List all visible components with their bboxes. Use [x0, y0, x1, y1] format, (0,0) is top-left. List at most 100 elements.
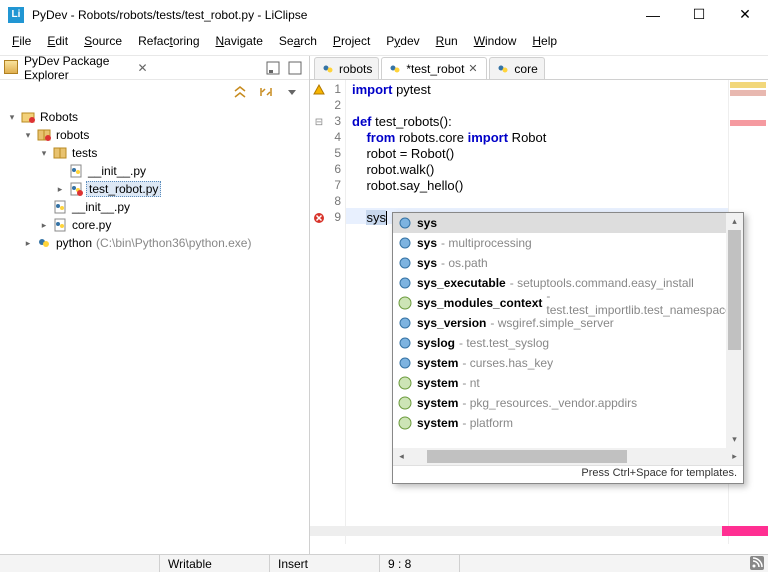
maximize-view-icon[interactable]	[285, 58, 305, 78]
python-file-icon	[52, 199, 68, 215]
python-interpreter-icon	[36, 235, 52, 251]
status-writable: Writable	[160, 555, 270, 572]
view-title: PyDev Package Explorer ✕	[0, 56, 309, 80]
scrollbar-thumb[interactable]	[728, 230, 741, 350]
scrollbar-thumb[interactable]	[427, 450, 627, 463]
package-explorer: PyDev Package Explorer ✕ ▾ Robots ▾ robo…	[0, 56, 310, 554]
minimize-view-icon[interactable]	[263, 58, 283, 78]
overview-error-marker	[722, 526, 768, 536]
tree-node-file[interactable]: __init__.py	[0, 198, 309, 216]
tab-label: *test_robot	[406, 62, 464, 76]
horizontal-scrollbar[interactable]	[310, 526, 768, 536]
line-numbers: 123 456 789	[328, 80, 346, 544]
python-file-icon	[68, 181, 84, 197]
menu-project[interactable]: Project	[325, 32, 378, 50]
package-icon	[36, 127, 52, 143]
fold-icon[interactable]: ⊟	[310, 114, 328, 130]
statusbar: Writable Insert 9 : 8	[0, 554, 768, 572]
completion-item[interactable]: sys_modules_context - test.test_importli…	[393, 293, 743, 313]
horizontal-scrollbar[interactable]: ◂ ▸	[393, 448, 743, 465]
close-button[interactable]: ✕	[722, 0, 768, 30]
class-icon	[397, 295, 413, 311]
completion-item[interactable]: system - pkg_resources._vendor.appdirs	[393, 393, 743, 413]
package-explorer-icon	[4, 60, 20, 76]
completion-item[interactable]: system - platform	[393, 413, 743, 433]
feed-icon[interactable]	[750, 556, 764, 570]
scroll-right-icon[interactable]: ▸	[726, 451, 743, 462]
tab-close-icon[interactable]: ✕	[468, 62, 480, 75]
project-icon	[20, 109, 36, 125]
module-icon	[397, 235, 413, 251]
python-file-icon	[321, 62, 335, 76]
completion-item[interactable]: system - nt	[393, 373, 743, 393]
python-file-icon	[496, 62, 510, 76]
tree-node-file[interactable]: __init__.py	[0, 162, 309, 180]
status-insert: Insert	[270, 555, 380, 572]
status-position: 9 : 8	[380, 555, 460, 572]
module-icon	[397, 275, 413, 291]
view-menu-icon[interactable]	[281, 82, 303, 102]
view-toolbar	[0, 80, 309, 104]
module-icon	[397, 215, 413, 231]
module-icon	[397, 315, 413, 331]
view-title-label: PyDev Package Explorer	[24, 54, 135, 82]
python-file-icon	[388, 62, 402, 76]
status-cell	[0, 555, 160, 572]
menu-refactoring[interactable]: Refactoring	[130, 32, 207, 50]
gutter-annotations: ⊟	[310, 80, 328, 544]
scroll-down-icon[interactable]: ▾	[726, 431, 743, 448]
tab-test-robot[interactable]: *test_robot ✕	[381, 57, 487, 79]
scroll-up-icon[interactable]: ▴	[726, 213, 743, 230]
menu-navigate[interactable]: Navigate	[208, 32, 271, 50]
titlebar: Li PyDev - Robots/robots/tests/test_robo…	[0, 0, 768, 30]
completion-hint: Press Ctrl+Space for templates.	[393, 465, 743, 483]
tree-node-interpreter[interactable]: ▸ python (C:\bin\Python36\python.exe)	[0, 234, 309, 252]
class-icon	[397, 395, 413, 411]
tab-core[interactable]: core	[489, 57, 544, 79]
menu-help[interactable]: Help	[524, 32, 565, 50]
tree-node-file-selected[interactable]: ▸ test_robot.py	[0, 180, 309, 198]
app-icon: Li	[8, 7, 24, 23]
class-icon	[397, 375, 413, 391]
menu-source[interactable]: Source	[76, 32, 130, 50]
collapse-all-icon[interactable]	[229, 82, 251, 102]
tab-robots[interactable]: robots	[314, 57, 379, 79]
menu-run[interactable]: Run	[428, 32, 466, 50]
completion-item[interactable]: sys - multiprocessing	[393, 233, 743, 253]
menu-file[interactable]: File	[4, 32, 39, 50]
maximize-button[interactable]: ☐	[676, 0, 722, 30]
menubar: File Edit Source Refactoring Navigate Se…	[0, 30, 768, 52]
link-editor-icon[interactable]	[255, 82, 277, 102]
tree-node-root[interactable]: ▾ Robots	[0, 108, 309, 126]
minimize-button[interactable]: —	[630, 0, 676, 30]
menu-edit[interactable]: Edit	[39, 32, 76, 50]
completion-item[interactable]: syslog - test.test_syslog	[393, 333, 743, 353]
error-icon	[310, 210, 328, 226]
editor-tabs: robots *test_robot ✕ core	[310, 56, 768, 80]
tree-node-folder[interactable]: ▾ tests	[0, 144, 309, 162]
tree-node-file[interactable]: ▸ core.py	[0, 216, 309, 234]
window-title: PyDev - Robots/robots/tests/test_robot.p…	[32, 8, 630, 22]
project-tree[interactable]: ▾ Robots ▾ robots ▾ tests __init__.py ▸	[0, 104, 309, 554]
completion-item[interactable]: sys	[393, 213, 743, 233]
text-caret	[386, 211, 387, 225]
class-icon	[397, 415, 413, 431]
menu-window[interactable]: Window	[466, 32, 525, 50]
module-icon	[397, 335, 413, 351]
completion-item[interactable]: sys - os.path	[393, 253, 743, 273]
tree-node-package[interactable]: ▾ robots	[0, 126, 309, 144]
warning-icon	[310, 82, 328, 98]
tab-label: core	[514, 62, 537, 76]
python-file-icon	[68, 163, 84, 179]
code-completion-popup: sys sys - multiprocessing sys - os.path …	[392, 212, 744, 484]
completion-list[interactable]: sys sys - multiprocessing sys - os.path …	[393, 213, 743, 448]
module-icon	[397, 355, 413, 371]
module-icon	[397, 255, 413, 271]
vertical-scrollbar[interactable]: ▴ ▾	[726, 213, 743, 448]
scroll-left-icon[interactable]: ◂	[393, 451, 410, 462]
menu-pydev[interactable]: Pydev	[378, 32, 427, 50]
view-close-icon[interactable]: ✕	[135, 61, 151, 75]
package-icon	[52, 145, 68, 161]
menu-search[interactable]: Search	[271, 32, 325, 50]
completion-item[interactable]: system - curses.has_key	[393, 353, 743, 373]
